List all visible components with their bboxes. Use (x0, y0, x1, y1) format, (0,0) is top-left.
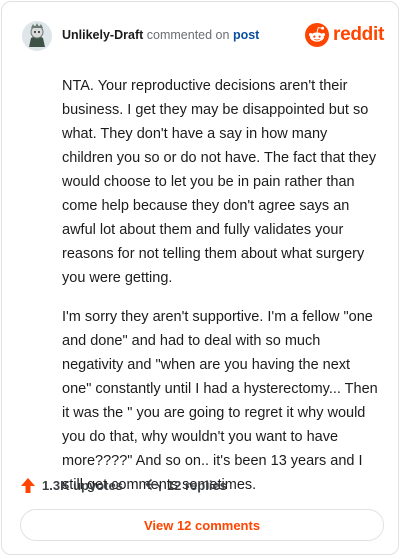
comment-header: Unlikely-Draft commented on post reddit (22, 18, 384, 54)
reddit-brand[interactable]: reddit (305, 22, 384, 48)
reply-button[interactable]: 12 replies (145, 478, 227, 493)
post-link[interactable]: post (233, 28, 259, 42)
view-comments-label: View 12 comments (143, 517, 261, 533)
reddit-logo-icon (305, 23, 330, 47)
snoo-avatar-icon (22, 21, 52, 51)
comment-actions: 1.3K upvotes 12 replies (20, 474, 249, 496)
username[interactable]: Unlikely-Draft (62, 28, 143, 42)
upvote-button[interactable]: 1.3K upvotes (20, 477, 123, 494)
comment-paragraph: NTA. Your reproductive decisions aren't … (62, 78, 377, 286)
comment-body: NTA. Your reproductive decisions aren't … (62, 74, 382, 512)
comment-paragraph: I'm sorry they aren't supportive. I'm a … (62, 309, 378, 493)
view-comments-button[interactable]: View 12 comments (20, 509, 384, 541)
reddit-wordmark: reddit (333, 24, 384, 45)
upvote-count: 1.3K upvotes (42, 477, 123, 493)
commented-on-label: commented on (146, 28, 230, 42)
comment-card: Unlikely-Draft commented on post reddit … (1, 1, 399, 555)
upvote-arrow-icon (21, 477, 35, 493)
avatar[interactable] (22, 21, 52, 51)
reply-count: 12 replies (166, 477, 227, 493)
reply-arrow-icon (145, 479, 161, 492)
comment-meta: Unlikely-Draft commented on post (62, 28, 259, 42)
